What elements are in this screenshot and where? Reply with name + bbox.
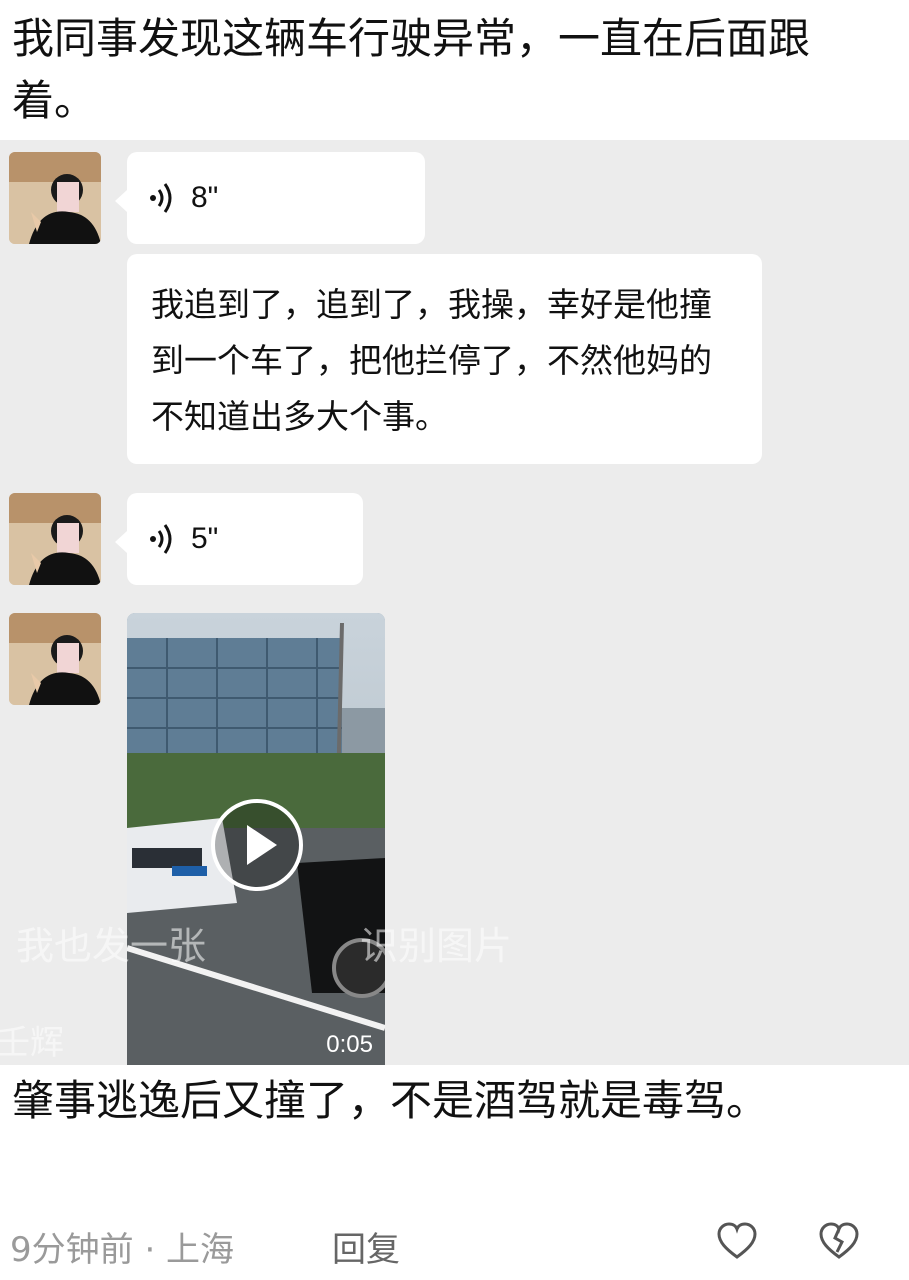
voice-message-bubble[interactable]: 8"	[115, 152, 425, 244]
voice-message-bubble[interactable]: 5"	[115, 493, 363, 585]
comment-text: 肇事逃逸后又撞了，不是酒驾就是毒驾。	[12, 1076, 769, 1125]
broken-heart-icon[interactable]	[818, 1222, 860, 1260]
watermark-text: 我也发一张	[16, 924, 207, 968]
post-text: 我同事发现这辆车行驶异常，一直在后面跟着。	[12, 14, 811, 125]
avatar-image	[9, 152, 101, 244]
voice-wave-icon	[150, 183, 172, 213]
voice-duration: 5"	[191, 522, 219, 555]
video-message[interactable]: 0:05	[127, 613, 385, 1065]
avatar[interactable]	[9, 152, 101, 244]
video-duration: 0:05	[326, 1031, 373, 1058]
reply-button[interactable]: 回复	[332, 1222, 400, 1271]
voice-duration: 8"	[191, 181, 219, 214]
comment-meta: 9分钟前 · 上海	[10, 1230, 235, 1270]
text-message-bubble[interactable]: 我追到了，追到了，我操，幸好是他撞到一个车了，把他拦停了，不然他妈的不知道出多大…	[127, 254, 762, 464]
chat-screenshot: 8" 我追到了，追到了，我操，幸好是他撞到一个车了，把他拦停了，不然他妈的不知道…	[0, 140, 909, 1065]
avatar-image	[9, 613, 101, 705]
avatar-image	[9, 493, 101, 585]
watermark-text: 壬辉	[0, 1023, 64, 1063]
post-text-area: 我同事发现这辆车行驶异常，一直在后面跟着。	[0, 0, 909, 140]
like-heart-icon[interactable]	[716, 1222, 758, 1260]
text-message: 我追到了，追到了，我操，幸好是他撞到一个车了，把他拦停了，不然他妈的不知道出多大…	[151, 285, 712, 436]
avatar[interactable]	[9, 493, 101, 585]
watermark-text: 识别图片	[360, 924, 513, 968]
video-thumbnail	[127, 613, 385, 1065]
avatar[interactable]	[9, 613, 101, 705]
voice-wave-icon	[150, 524, 172, 554]
